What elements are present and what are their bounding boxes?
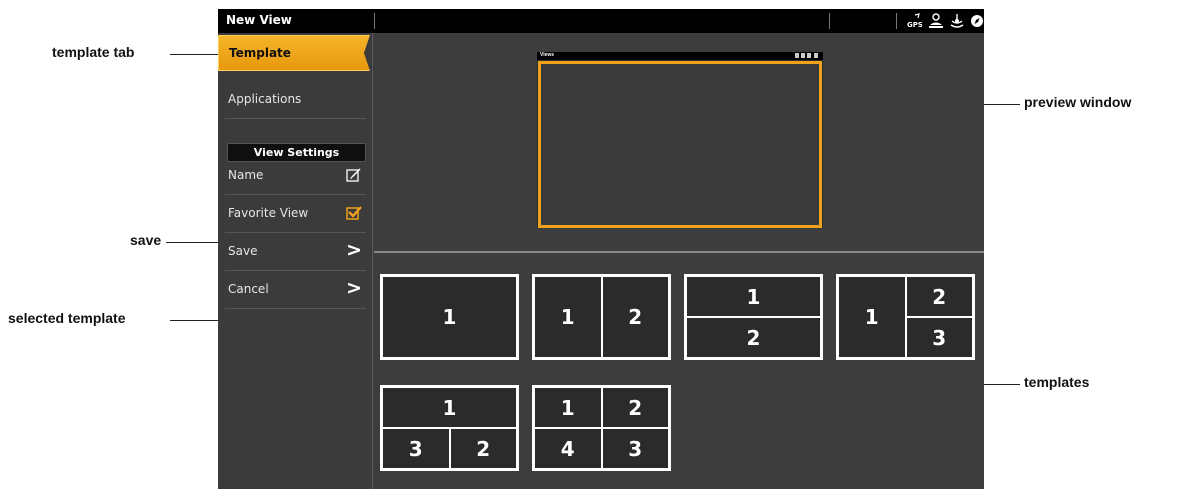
user-icon xyxy=(929,13,943,28)
title-bar: New View GPS xyxy=(218,9,984,33)
preview-status-icon xyxy=(814,53,818,58)
callout-preview-window: preview window xyxy=(1024,94,1132,110)
template-cell: 1 xyxy=(382,387,517,428)
preview-title-bar: Views xyxy=(537,52,823,60)
callout-selected-template: selected template xyxy=(8,310,126,326)
preview-status-icon xyxy=(807,53,811,58)
template-cell: 1 xyxy=(838,276,906,358)
template-cell: 3 xyxy=(905,317,973,358)
preview-status-icon xyxy=(795,53,799,58)
template-two-horizontal[interactable]: 1 2 xyxy=(684,274,823,360)
template-cell: 1 xyxy=(382,276,517,358)
tab-applications[interactable]: Applications xyxy=(225,81,366,119)
template-cell: 2 xyxy=(601,276,669,358)
template-cell: 4 xyxy=(534,428,602,469)
name-menu-item[interactable]: Name xyxy=(225,157,366,195)
template-cell: 1 xyxy=(534,387,602,428)
template-cell: 1 xyxy=(534,276,602,358)
window-title: New View xyxy=(226,13,292,27)
preview-pane xyxy=(538,61,822,228)
preview-title: Views xyxy=(540,52,555,58)
title-bar-separator xyxy=(374,13,375,29)
template-cell: 2 xyxy=(686,317,821,358)
template-three-right-split[interactable]: 1 2 3 xyxy=(836,274,975,360)
callout-templates: templates xyxy=(1024,374,1090,390)
device-screen: New View GPS Template Applications View … xyxy=(218,9,984,489)
template-cell: 3 xyxy=(382,428,450,469)
compass-icon xyxy=(971,15,983,27)
save-menu-item[interactable]: Save > xyxy=(225,233,366,271)
name-label: Name xyxy=(228,168,264,182)
template-cell: 1 xyxy=(686,276,821,317)
callout-line-template-tab xyxy=(170,54,222,55)
preview-window: Views xyxy=(537,52,823,228)
gps-icon: GPS xyxy=(907,13,922,29)
template-cell: 3 xyxy=(601,428,669,469)
chevron-right-icon: > xyxy=(346,239,362,261)
cancel-label: Cancel xyxy=(228,282,269,296)
title-bar-separator xyxy=(896,13,897,29)
favorite-view-menu-item[interactable]: Favorite View xyxy=(225,195,366,233)
callout-line-templates xyxy=(978,384,1020,385)
callout-template-tab: template tab xyxy=(52,44,135,60)
callout-line-save xyxy=(166,242,222,243)
template-single[interactable]: 1 xyxy=(380,274,519,360)
callout-save: save xyxy=(130,232,162,248)
tab-template[interactable]: Template xyxy=(218,35,370,71)
preview-status-icon xyxy=(801,53,805,58)
template-three-bottom-split[interactable]: 1 3 2 xyxy=(380,385,519,471)
callout-line-preview-window xyxy=(978,104,1020,105)
template-cell: 2 xyxy=(601,387,669,428)
chevron-right-icon: > xyxy=(346,277,362,299)
sonar-icon xyxy=(950,14,964,28)
preview-area: Views xyxy=(374,33,984,251)
save-label: Save xyxy=(228,244,258,258)
template-cell: 2 xyxy=(449,428,517,469)
favorite-view-label: Favorite View xyxy=(228,206,309,220)
section-divider xyxy=(374,251,984,253)
template-two-vertical[interactable]: 1 2 xyxy=(532,274,671,360)
title-bar-separator xyxy=(829,13,830,29)
checkbox-checked-icon[interactable] xyxy=(346,205,362,221)
svg-text:GPS: GPS xyxy=(907,21,922,29)
tab-template-label: Template xyxy=(229,46,291,60)
template-four-quad[interactable]: 1 2 4 3 xyxy=(532,385,671,471)
cancel-menu-item[interactable]: Cancel > xyxy=(225,271,366,309)
tab-applications-label: Applications xyxy=(228,92,302,106)
template-cell: 2 xyxy=(905,276,973,317)
side-menu: Template Applications View Settings Name… xyxy=(218,33,373,489)
edit-icon[interactable] xyxy=(346,167,362,183)
